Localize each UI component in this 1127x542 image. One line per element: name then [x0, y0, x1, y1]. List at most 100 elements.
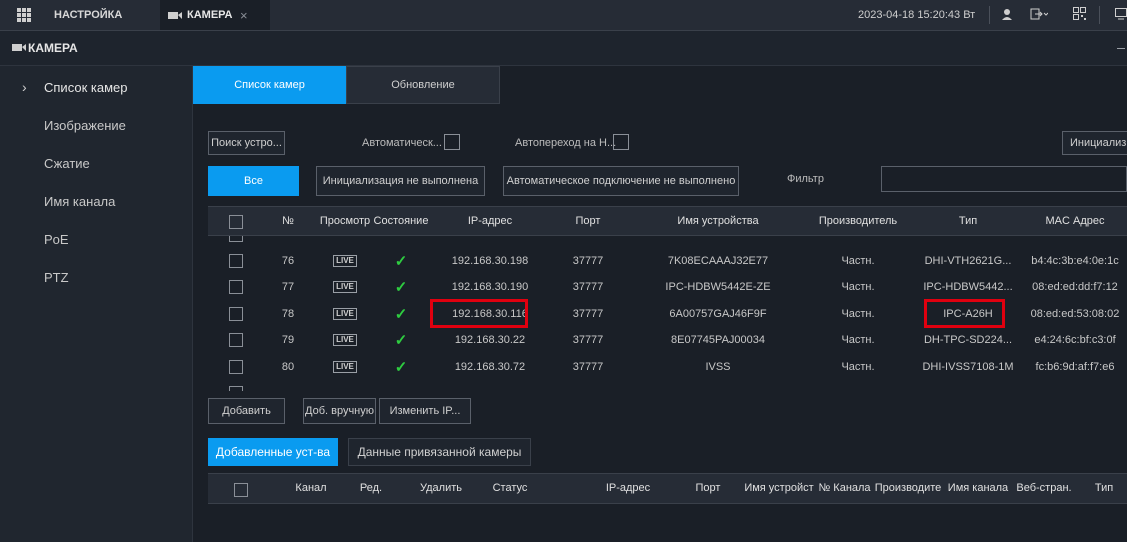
port: 37777: [572, 281, 604, 293]
column-header[interactable]: Производитель: [808, 207, 908, 235]
vendor: Частн.: [841, 308, 875, 320]
row-checkbox[interactable]: [229, 280, 243, 294]
column-header[interactable]: №: [270, 207, 306, 235]
add-button[interactable]: Добавить: [208, 398, 285, 424]
sidebar-item-label: Изображение: [44, 117, 126, 133]
live-view-icon[interactable]: LIVE: [318, 328, 372, 352]
sidebar-item-label: PTZ: [44, 269, 69, 285]
tab-added-devices[interactable]: Добавленные уст-ва: [208, 438, 338, 466]
chevron-right-icon: ›: [22, 79, 27, 95]
tab-camera-list[interactable]: Список камер: [193, 66, 346, 104]
status-ok-icon: ✓: [394, 253, 408, 270]
status-ok-icon: ✓: [394, 332, 408, 349]
filter-not-initialized-button[interactable]: Инициализация не выполнена: [316, 166, 485, 196]
column-header[interactable]: Имя устройства: [638, 207, 798, 235]
column-header[interactable]: Удалить: [416, 474, 466, 502]
tab-bound-camera-data[interactable]: Данные привязанной камеры: [348, 438, 531, 466]
column-header[interactable]: Статус: [480, 474, 540, 502]
camera-lens-icon: [178, 12, 182, 19]
logout-icon[interactable]: [1030, 8, 1049, 20]
status-ok-icon: ✓: [394, 359, 408, 376]
search-devices-button[interactable]: Поиск устро...: [208, 131, 285, 155]
sidebar-item-compression[interactable]: Сжатие: [0, 144, 192, 182]
device-table-header: № Просмотр Состояние IP-адрес Порт Имя у…: [208, 206, 1127, 236]
column-header[interactable]: Порт: [538, 207, 638, 235]
change-ip-button[interactable]: Изменить IP...: [379, 398, 471, 424]
column-header[interactable]: Имя канала: [944, 474, 1012, 502]
vendor: Частн.: [841, 361, 875, 373]
highlight-ip-box: [430, 299, 528, 328]
status-ok-icon: ✓: [394, 279, 408, 296]
live-view-icon[interactable]: LIVE: [318, 302, 372, 326]
qr-code-icon[interactable]: [1073, 7, 1086, 20]
camera-icon: [168, 12, 178, 19]
column-header[interactable]: № Канала: [817, 474, 872, 502]
row-checkbox[interactable]: [229, 360, 243, 374]
select-all-checkbox[interactable]: [229, 215, 243, 229]
add-manual-button[interactable]: Доб. вручную: [303, 398, 376, 424]
auto-label: Автоматическ...: [362, 137, 442, 149]
column-header[interactable]: IP-адрес: [568, 474, 688, 502]
port: 37777: [572, 334, 604, 346]
mac-address: e4:24:6c:bf:c3:0f: [1034, 334, 1116, 346]
column-header[interactable]: Ред.: [351, 474, 391, 502]
column-header[interactable]: Состояние: [372, 207, 430, 235]
ip-address: 192.168.30.22: [454, 334, 526, 346]
column-header[interactable]: Порт: [688, 474, 728, 502]
user-icon[interactable]: [1001, 8, 1013, 20]
live-view-icon[interactable]: LIVE: [318, 355, 372, 379]
sidebar-item-channel-name[interactable]: Имя канала: [0, 182, 192, 220]
row-number: 77: [281, 281, 295, 293]
ip-address: 192.168.30.72: [454, 361, 526, 373]
vendor: Частн.: [841, 255, 875, 267]
tab-settings[interactable]: НАСТРОЙКА: [0, 0, 160, 30]
sidebar-item-ptz[interactable]: PTZ: [0, 258, 192, 296]
device-type: DHI-IVSS7108-1M: [922, 361, 1014, 373]
column-header[interactable]: Тип: [1084, 474, 1124, 502]
column-header[interactable]: Просмотр: [318, 207, 372, 235]
tab-camera[interactable]: КАМЕРА ×: [160, 0, 270, 30]
sidebar-item-camera-list[interactable]: › Список камер: [0, 68, 192, 106]
initialize-button[interactable]: Инициализи: [1062, 131, 1127, 155]
column-header[interactable]: Производите: [872, 474, 944, 502]
sidebar-item-label: PoE: [44, 231, 69, 247]
monitor-icon[interactable]: [1115, 8, 1127, 20]
row-checkbox[interactable]: [229, 333, 243, 347]
row-number: 80: [281, 361, 295, 373]
device-name: 6A00757GAJ46F9F: [669, 308, 767, 320]
auto-checkbox[interactable]: [444, 134, 460, 150]
tab-update[interactable]: Обновление: [346, 66, 500, 104]
table-row[interactable]: 76 LIVE ✓ 192.168.30.198 37777 7K08ECAAA…: [208, 249, 1127, 273]
autojump-checkbox[interactable]: [613, 134, 629, 150]
minimize-icon[interactable]: [1117, 48, 1125, 49]
table-row[interactable]: 77 LIVE ✓ 192.168.30.190 37777 IPC-HDBW5…: [208, 275, 1127, 299]
filter-input[interactable]: [881, 166, 1127, 192]
sidebar-item-poe[interactable]: PoE: [0, 220, 192, 258]
tab-settings-label: НАСТРОЙКА: [54, 9, 123, 21]
close-tab-icon[interactable]: ×: [240, 8, 248, 23]
column-header[interactable]: MAC Адрес: [1023, 207, 1127, 235]
row-checkbox[interactable]: [229, 307, 243, 321]
live-view-icon[interactable]: LIVE: [318, 275, 372, 299]
filter-all-button[interactable]: Все: [208, 166, 299, 196]
tab-camera-label: КАМЕРА: [187, 9, 233, 21]
live-view-icon[interactable]: LIVE: [318, 249, 372, 273]
page-title: КАМЕРА: [28, 41, 78, 55]
column-header[interactable]: Канал: [286, 474, 336, 502]
select-all-checkbox[interactable]: [234, 483, 248, 497]
filter-label: Фильтр: [787, 173, 824, 185]
column-header[interactable]: Веб-стран.: [1012, 474, 1076, 502]
row-checkbox[interactable]: [229, 254, 243, 268]
column-header[interactable]: IP-адрес: [430, 207, 550, 235]
sidebar-item-label: Список камер: [44, 79, 128, 95]
divider: [989, 6, 990, 24]
grid-menu-icon[interactable]: [17, 8, 31, 22]
filter-auto-connect-failed-button[interactable]: Автоматическое подключение не выполнено: [503, 166, 739, 196]
column-header[interactable]: Тип: [908, 207, 1028, 235]
sidebar-item-image[interactable]: Изображение: [0, 106, 192, 144]
column-header[interactable]: Имя устройст: [741, 474, 817, 502]
sidebar-item-label: Имя канала: [44, 193, 116, 209]
table-row[interactable]: 79 LIVE ✓ 192.168.30.22 37777 8E07745PAJ…: [208, 328, 1127, 352]
table-row[interactable]: 80 LIVE ✓ 192.168.30.72 37777 IVSS Частн…: [208, 355, 1127, 379]
table-row-partial: [208, 236, 1127, 242]
